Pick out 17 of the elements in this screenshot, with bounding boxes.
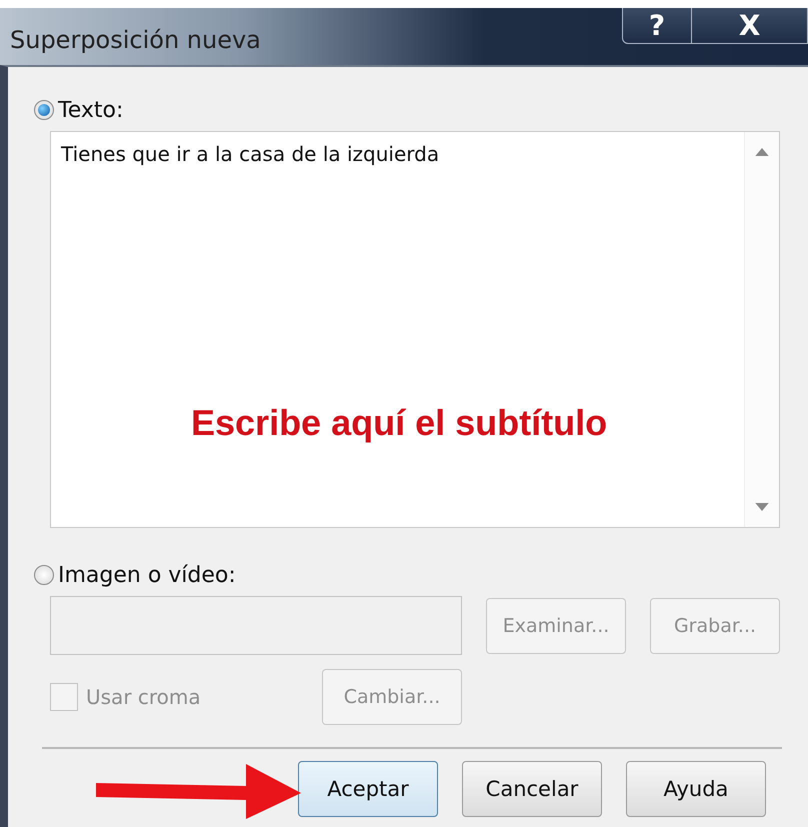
scroll-up-icon[interactable]	[755, 148, 769, 156]
file-path-field[interactable]	[50, 596, 462, 655]
radio-button[interactable]	[34, 100, 54, 120]
ok-button[interactable]: Aceptar	[298, 761, 438, 817]
radio-button[interactable]	[34, 565, 54, 585]
radio-label: Texto:	[58, 98, 124, 122]
radio-label: Imagen o vídeo:	[58, 562, 236, 588]
scrollbar[interactable]	[744, 132, 779, 527]
scroll-down-icon[interactable]	[755, 503, 769, 511]
text-field[interactable]: Tienes que ir a la casa de la izquierda Escribe aquí el subtítulo	[50, 131, 780, 528]
help-button[interactable]: Ayuda	[626, 761, 766, 817]
window-title: Superposición nueva	[9, 25, 261, 54]
help-button[interactable]: ?	[622, 8, 692, 44]
cancel-button[interactable]: Cancelar	[462, 761, 602, 817]
annotation-text: Escribe aquí el subtítulo	[191, 402, 608, 444]
close-button[interactable]: X	[692, 8, 808, 44]
checkbox-label: Usar croma	[86, 685, 201, 709]
